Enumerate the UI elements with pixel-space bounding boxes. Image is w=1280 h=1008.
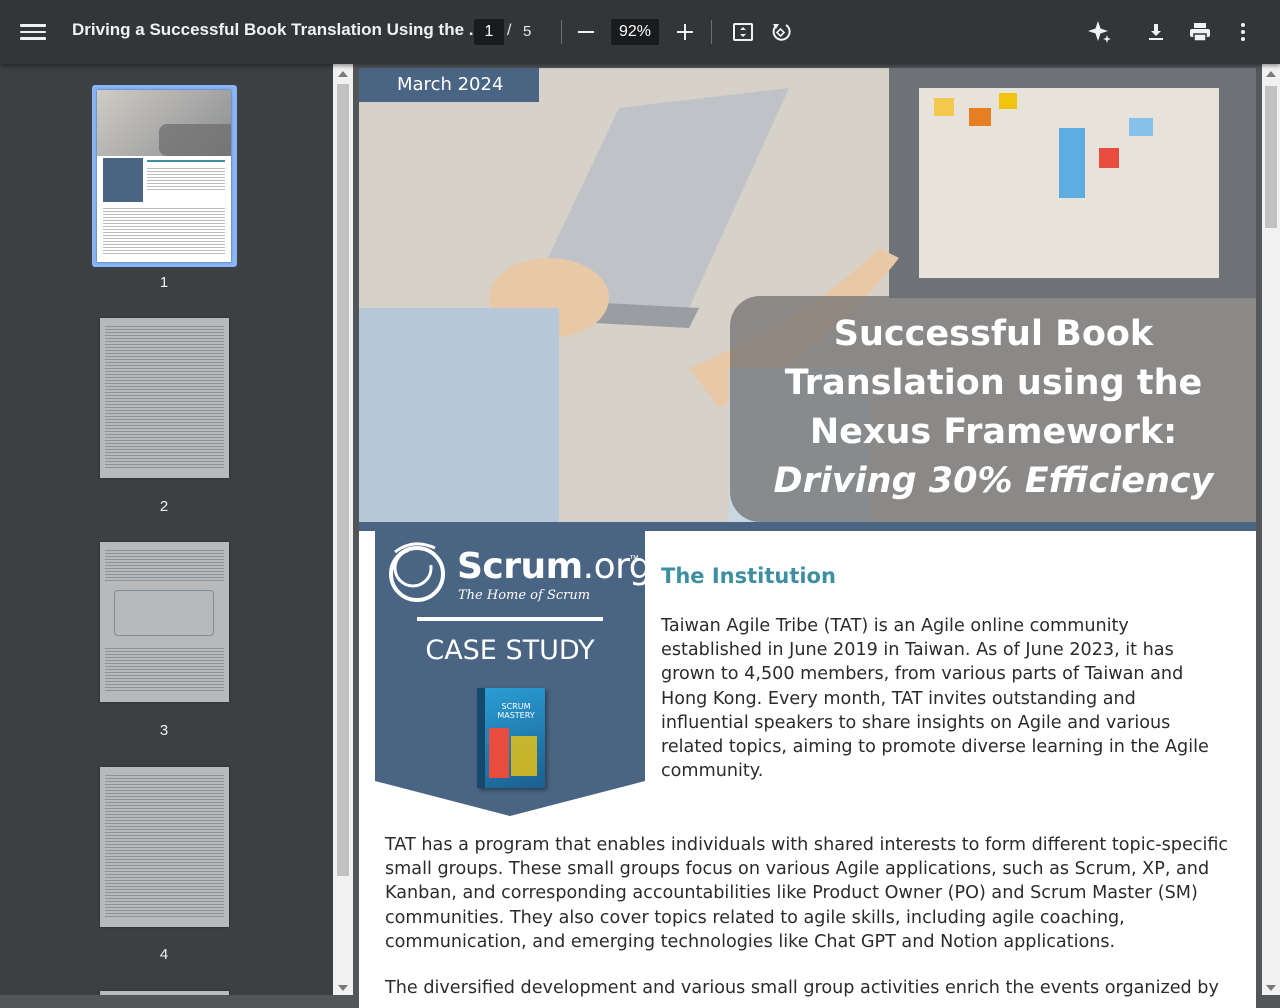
zoom-input[interactable]: 92% (611, 19, 659, 45)
download-button[interactable] (1140, 16, 1172, 48)
brand-tagline: The Home of Scrum (458, 588, 591, 603)
book-title: SCRUM MASTERY (497, 702, 535, 720)
print-icon (1190, 23, 1210, 42)
page-number-input[interactable]: 1 (474, 19, 504, 45)
hero-title-line: Nexus Framework: (809, 412, 1178, 452)
zoom-in-button[interactable] (669, 16, 701, 48)
hero-title-line: Driving 30% Efficiency (773, 461, 1214, 501)
page-separator: / (507, 22, 512, 39)
document-page: March 2024 Successful Book Translation u… (359, 68, 1256, 1008)
document-scrollbar[interactable] (1262, 64, 1280, 995)
scroll-down-arrow-icon[interactable] (1266, 985, 1276, 991)
brand-name: Scrum.org (457, 546, 652, 587)
sidebar-scrollbar[interactable] (333, 64, 353, 995)
toolbar-divider (561, 20, 562, 44)
hero-title-line: Translation using the (784, 363, 1203, 403)
brand-divider (417, 617, 603, 621)
hero-title-line: Successful Book (833, 314, 1154, 354)
thumbnail-label: 3 (159, 722, 169, 739)
zoom-out-icon (578, 31, 594, 33)
scroll-up-arrow-icon[interactable] (338, 71, 348, 77)
more-options-button[interactable] (1227, 16, 1259, 48)
download-icon (1149, 24, 1163, 40)
brand-trademark: ™ (629, 554, 639, 565)
paragraph: The diversified development and various … (385, 978, 1219, 998)
scrollbar-thumb[interactable] (337, 84, 349, 876)
date-banner: March 2024 (359, 68, 539, 102)
section-heading: The Institution (661, 564, 836, 588)
more-vert-icon (1241, 23, 1245, 41)
pdf-toolbar: Driving a Successful Book Translation Us… (0, 0, 1280, 64)
paragraph: TAT has a program that enables individua… (385, 835, 1229, 952)
toolbar-divider (711, 20, 712, 44)
scroll-down-arrow-icon[interactable] (338, 985, 348, 991)
thumbnail-image (100, 318, 229, 478)
thumbnail-label: 1 (159, 274, 169, 291)
zoom-in-icon (677, 24, 693, 40)
book-cover-image: SCRUM MASTERY (477, 688, 545, 788)
thumbnail-image (97, 90, 231, 262)
thumbnail-label: 4 (159, 946, 169, 963)
document-title: Driving a Successful Book Translation Us… (72, 20, 483, 39)
brand-name-bold: Scrum (457, 546, 583, 587)
paragraph: Taiwan Agile Tribe (TAT) is an Agile onl… (661, 616, 1209, 782)
fit-page-button[interactable] (727, 16, 759, 48)
thumbnail-image (100, 542, 229, 702)
menu-icon[interactable] (20, 20, 46, 44)
ai-assist-button[interactable] (1084, 16, 1116, 48)
zoom-out-button[interactable] (570, 16, 602, 48)
print-button[interactable] (1184, 16, 1216, 48)
case-study-label: CASE STUDY (425, 635, 595, 666)
thumbnail-sidebar: 1 2 3 4 (0, 64, 333, 995)
scrollbar-thumb[interactable] (1265, 86, 1277, 228)
rotate-icon (772, 24, 791, 41)
scroll-up-arrow-icon[interactable] (1266, 71, 1276, 77)
fit-page-icon (733, 23, 753, 41)
total-pages: 5 (523, 23, 532, 40)
thumbnail-page-5-partial[interactable] (100, 991, 229, 995)
scrum-logo-icon (389, 542, 445, 602)
rotate-button[interactable] (765, 16, 797, 48)
thumbnail-label: 2 (159, 498, 169, 515)
brand-name-light: .org (582, 546, 652, 587)
section-divider (359, 522, 1256, 531)
ai-sparkle-icon (1088, 21, 1111, 43)
thumbnail-image (100, 767, 229, 927)
hero-title: Successful Book Translation using the Ne… (730, 310, 1256, 506)
